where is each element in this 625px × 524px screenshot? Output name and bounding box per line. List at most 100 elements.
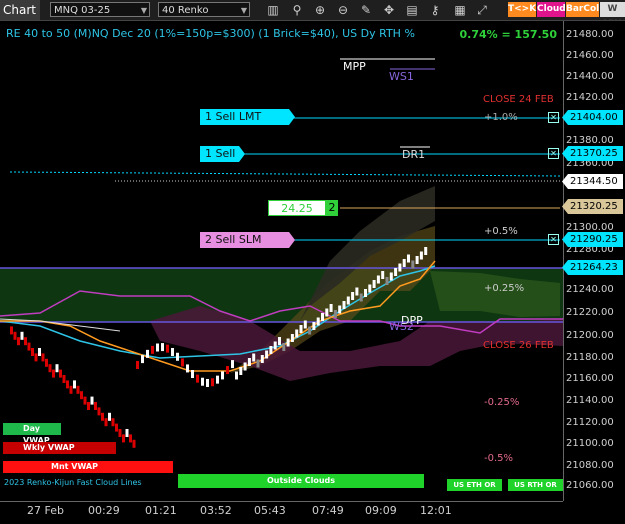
renko-brick (235, 371, 238, 380)
bar-type-selector[interactable]: 40 Renko ▼ (158, 2, 250, 17)
renko-brick (269, 346, 273, 354)
us-rth-or-button[interactable]: US RTH OR (508, 479, 563, 491)
renko-brick (181, 358, 184, 367)
renko-brick (295, 329, 299, 338)
renko-brick (101, 412, 104, 421)
plus-025pct-label: +0.25% (484, 283, 525, 294)
renko-brick (31, 348, 34, 356)
strategy-icon[interactable]: ⤢ (474, 2, 490, 18)
price-tick-label: 21100.00 (566, 438, 614, 449)
price-tick-label: 21460.00 (566, 50, 614, 61)
cancel-order-3-icon[interactable]: ✕ (548, 234, 559, 245)
price-tick-label: 21200.00 (566, 330, 614, 341)
vwap-dotted-line (9, 171, 561, 177)
renko-brick (247, 358, 251, 366)
tck-button[interactable]: T<>K (508, 2, 536, 17)
renko-brick (191, 370, 194, 379)
price-tag: 21264.23 (562, 260, 623, 275)
cursor-icon[interactable]: ✥ (381, 2, 397, 18)
renko-brick (166, 344, 169, 353)
time-tick-label: 27 Feb (27, 504, 64, 517)
renko-brick (206, 378, 209, 387)
renko-brick (20, 331, 24, 340)
pencil-icon[interactable]: ✎ (358, 2, 374, 18)
renko-brick (45, 358, 48, 367)
position-pnl[interactable]: 24.25 (268, 200, 326, 216)
renko-brick (329, 304, 333, 312)
renko-brick (265, 350, 269, 359)
renko-brick (376, 275, 380, 284)
cancel-order-1-icon[interactable]: ✕ (548, 112, 559, 123)
plus-05pct-label: +0.5% (484, 226, 518, 237)
chart-title: RE 40 to 50 (M)NQ Dec 20 (1%=150p=$300) … (6, 27, 415, 40)
renko-brick (97, 407, 101, 416)
renko-brick (221, 371, 224, 380)
renko-brick (355, 287, 359, 296)
us-eth-or-button[interactable]: US ETH OR (447, 479, 502, 491)
renko-brick (389, 272, 393, 281)
renko-brick (129, 434, 132, 443)
renko-brick (196, 374, 199, 383)
ws1-label: WS1 (389, 70, 414, 83)
renko-brick (359, 293, 363, 302)
price-tick-label: 21180.00 (566, 352, 614, 363)
mnt-vwap-button[interactable]: Mnt VWAP (3, 461, 173, 473)
renko-brick (132, 439, 136, 448)
time-tick-label: 01:21 (145, 504, 177, 517)
renko-brick (312, 322, 316, 330)
renko-brick (226, 366, 229, 375)
renko-brick (239, 367, 243, 375)
instrument-selector[interactable]: MNQ 03-25 ▼ (50, 2, 150, 17)
renko-brick (372, 280, 376, 288)
wvw-button[interactable]: W VW (600, 2, 625, 29)
time-tick-label: 09:09 (365, 504, 397, 517)
wkly-vwap-button[interactable]: Wkly VWAP (3, 442, 116, 454)
renko-brick (256, 359, 260, 368)
sell-limit-order-2[interactable]: 1 Sell LMT (200, 146, 245, 162)
zoom-out-icon[interactable]: ⊖ (335, 2, 351, 18)
chevron-down-icon: ▼ (240, 6, 247, 15)
renko-brick (342, 301, 346, 309)
time-tick-label: 12:01 (420, 504, 452, 517)
price-tick-label: 21480.00 (566, 29, 614, 40)
cloud-button[interactable]: Cloud (537, 2, 566, 17)
price-tick-label: 21060.00 (566, 480, 614, 491)
day-vwap-button[interactable]: Day VWAP (3, 423, 61, 445)
price-chart[interactable] (0, 21, 563, 501)
renko-brick (118, 429, 122, 437)
lock-icon[interactable]: ⚷ (427, 2, 443, 18)
price-tick-label: 21380.00 (566, 135, 614, 146)
sell-stop-order[interactable]: 2 Sell SLM (200, 232, 295, 248)
price-tick-label: 21140.00 (566, 395, 614, 406)
renko-brick (176, 352, 179, 361)
zoom-in-icon[interactable]: ⊕ (312, 2, 328, 18)
objects-icon[interactable]: ▦ (452, 2, 468, 18)
dr1-label: DR1 (402, 148, 426, 161)
magnify-icon[interactable]: ⚲ (289, 2, 305, 18)
chart-toolbar: Chart MNQ 03-25 ▼ 40 Renko ▼ ▥ ⚲ ⊕ ⊖ ✎ ✥ ▤… (0, 0, 625, 29)
renko-brick (282, 343, 286, 351)
sell-limit-order-1[interactable]: 1 Sell LMT (200, 109, 295, 125)
renko-brick (104, 418, 108, 427)
price-tick-label: 21240.00 (566, 284, 614, 295)
price-tag: 21320.25 (562, 199, 623, 214)
close-26-feb-label: CLOSE 26 FEB (483, 340, 554, 351)
properties-icon[interactable]: ▤ (404, 2, 420, 18)
renko-brick (69, 385, 73, 394)
cancel-order-2-icon[interactable]: ✕ (548, 148, 559, 159)
mpp-label: MPP (343, 60, 366, 73)
bar-type-value: 40 Renko (162, 5, 209, 16)
outside-clouds-button[interactable]: Outside Clouds (178, 474, 424, 488)
renko-brick (368, 284, 372, 293)
barcol-button[interactable]: BarCol (566, 2, 599, 17)
renko-brick (351, 292, 355, 300)
renko-brick (13, 331, 17, 340)
bars-icon[interactable]: ▥ (265, 2, 281, 18)
price-tag: 21290.25 (562, 232, 623, 247)
position-qty[interactable]: 2 (326, 200, 338, 216)
renko-brick (10, 326, 13, 335)
renko-brick (299, 325, 303, 333)
price-tag: 21370.25 (562, 146, 623, 161)
renko-brick (338, 305, 342, 314)
renko-brick (55, 364, 59, 373)
